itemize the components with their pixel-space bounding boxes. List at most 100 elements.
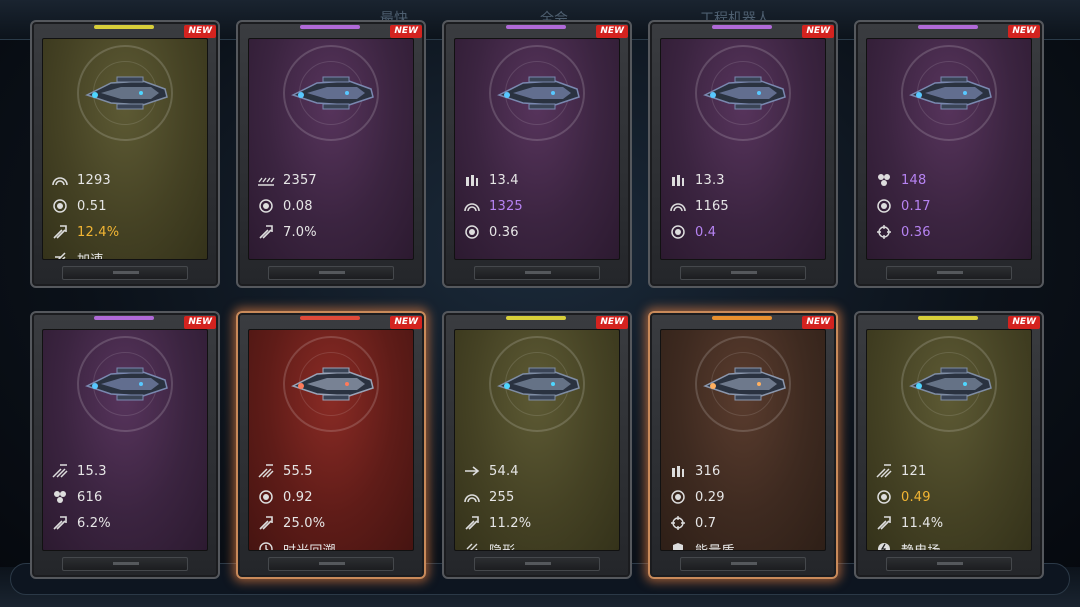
new-badge: NEW <box>596 316 628 329</box>
ship-card[interactable]: NEW 2357 0.08 7.0% <box>236 20 426 288</box>
rarity-bar <box>712 316 772 320</box>
crit-icon <box>875 514 893 532</box>
energy-icon <box>51 197 69 215</box>
energy-icon <box>875 197 893 215</box>
ship-icon <box>493 71 583 115</box>
stat-row: 12.4% <box>51 223 119 241</box>
stat-value: 时光回溯 <box>283 543 336 551</box>
ship-card[interactable]: NEW 1293 0.51 12.4% 加速 <box>30 20 220 288</box>
card-panel: 316 0.29 0.7 能量盾 <box>660 329 826 551</box>
stat-value: 静电场 <box>901 543 941 551</box>
ship-card[interactable]: NEW 13.3 1165 0.4 <box>648 20 838 288</box>
rarity-bar <box>94 316 154 320</box>
stat-row: 加速 <box>51 249 104 260</box>
stat-row: 0.08 <box>257 197 313 215</box>
rarity-bar <box>506 316 566 320</box>
armor-icon <box>463 488 481 506</box>
card-base <box>886 266 1012 280</box>
stat-row: 121 <box>875 462 926 480</box>
stat-value: 0.4 <box>695 224 717 240</box>
stat-row: 15.3 <box>51 462 107 480</box>
card-base <box>62 557 188 571</box>
ship-card[interactable]: NEW 15.3 616 6.2% <box>30 311 220 579</box>
stat-row: 0.36 <box>463 223 519 241</box>
card-base <box>680 266 806 280</box>
ship-card[interactable]: NEW 13.4 1325 0.36 <box>442 20 632 288</box>
boost-icon <box>51 249 69 259</box>
card-base <box>268 266 394 280</box>
card-panel: 1293 0.51 12.4% 加速 <box>42 38 208 260</box>
armor-icon <box>669 197 687 215</box>
stat-value: 0.36 <box>489 224 519 240</box>
spread-icon <box>257 171 275 189</box>
stat-row: 616 <box>51 488 102 506</box>
card-base <box>268 557 394 571</box>
stat-value: 加速 <box>77 252 104 260</box>
ship-icon <box>81 71 171 115</box>
rarity-bar <box>712 25 772 29</box>
ship-card[interactable]: NEW 316 0.29 0.7 能量盾 <box>648 311 838 579</box>
stat-row: 11.2% <box>463 514 531 532</box>
stat-value: 54.4 <box>489 463 519 479</box>
stat-value: 12.4% <box>77 224 120 240</box>
stat-row: 能量盾 <box>669 540 735 551</box>
speed-icon <box>463 462 481 480</box>
stat-value: 121 <box>901 463 927 479</box>
card-base <box>680 557 806 571</box>
stat-row: 0.51 <box>51 197 107 215</box>
stat-value: 1325 <box>489 198 523 214</box>
ship-card[interactable]: NEW 148 0.17 0.36 <box>854 20 1044 288</box>
card-panel: 121 0.49 11.4% 静电场 <box>866 329 1032 551</box>
stat-value: 0.51 <box>77 198 107 214</box>
stat-value: 11.2% <box>489 515 532 531</box>
stat-row: 0.92 <box>257 488 313 506</box>
armor-icon <box>51 171 69 189</box>
energy-icon <box>463 223 481 241</box>
crit-icon <box>51 514 69 532</box>
ship-icon <box>905 71 995 115</box>
armor-icon <box>463 197 481 215</box>
new-badge: NEW <box>1008 25 1040 38</box>
rarity-bar <box>506 25 566 29</box>
stat-value: 0.17 <box>901 198 931 214</box>
stat-row: 1325 <box>463 197 523 215</box>
card-panel: 13.3 1165 0.4 <box>660 38 826 260</box>
ship-icon <box>81 362 171 406</box>
energy-icon <box>669 223 687 241</box>
ammo-icon <box>669 171 687 189</box>
card-panel: 148 0.17 0.36 <box>866 38 1032 260</box>
stat-value: 0.29 <box>695 489 725 505</box>
ship-card[interactable]: NEW 55.5 0.92 25.0% 时光回溯 <box>236 311 426 579</box>
stat-value: 13.3 <box>695 172 725 188</box>
stat-value: 能量盾 <box>695 543 735 551</box>
ship-icon <box>699 71 789 115</box>
card-panel: 15.3 616 6.2% <box>42 329 208 551</box>
stat-row: 1165 <box>669 197 729 215</box>
crosshair-icon <box>875 223 893 241</box>
fire-rate-icon <box>875 462 893 480</box>
rarity-bar <box>918 25 978 29</box>
stat-row: 7.0% <box>257 223 317 241</box>
shield-icon <box>669 540 687 550</box>
ship-card[interactable]: NEW 54.4 255 11.2% 隐形 <box>442 311 632 579</box>
crit-icon <box>463 514 481 532</box>
stat-row: 时光回溯 <box>257 540 336 551</box>
stat-row: 隐形 <box>463 540 515 550</box>
stat-row: 静电场 <box>875 540 941 551</box>
new-badge: NEW <box>596 25 628 38</box>
stat-row: 13.4 <box>463 171 519 189</box>
card-base <box>62 266 188 280</box>
stat-value: 7.0% <box>283 224 317 240</box>
ammo-icon <box>463 171 481 189</box>
stat-value: 0.49 <box>901 489 931 505</box>
stat-row: 13.3 <box>669 171 725 189</box>
rarity-bar <box>918 316 978 320</box>
stat-value: 55.5 <box>283 463 313 479</box>
stat-row: 0.36 <box>875 223 931 241</box>
rewind-icon <box>257 540 275 550</box>
fire-rate-icon <box>257 462 275 480</box>
crit-icon <box>51 223 69 241</box>
stat-value: 13.4 <box>489 172 519 188</box>
ship-card[interactable]: NEW 121 0.49 11.4% 静电场 <box>854 311 1044 579</box>
stat-value: 15.3 <box>77 463 107 479</box>
